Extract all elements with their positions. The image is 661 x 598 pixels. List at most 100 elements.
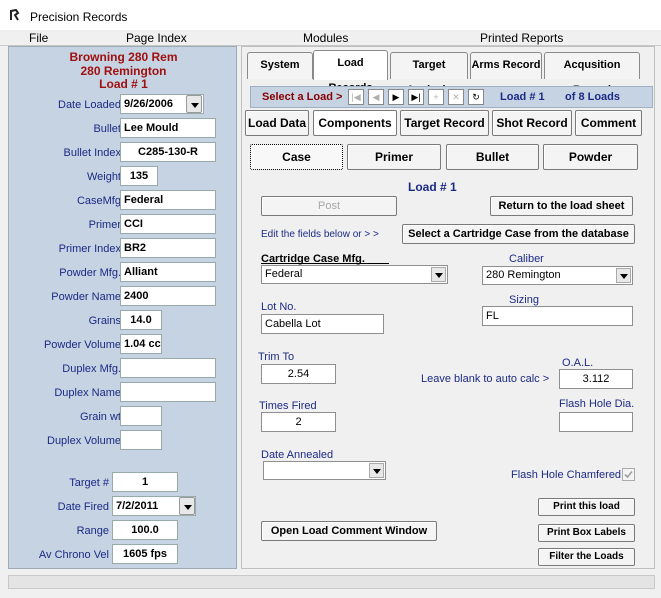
- select-cartridge-case-button[interactable]: Select a Cartridge Case from the databas…: [402, 224, 635, 244]
- powder-name-field[interactable]: 2400: [120, 286, 216, 306]
- date-loaded-dropdown-icon[interactable]: [186, 95, 202, 113]
- refresh-icon[interactable]: ↻: [468, 89, 484, 105]
- primer-label: Primer: [88, 219, 121, 231]
- case-mfg-underline: [261, 263, 389, 264]
- target-field[interactable]: 1: [112, 472, 178, 492]
- tab-bullet[interactable]: Bullet: [446, 144, 539, 170]
- chevron-down-icon[interactable]: [369, 463, 384, 478]
- grain-wt-field[interactable]: [120, 406, 162, 426]
- av-chrono-label: Av Chrono Vel: [38, 549, 109, 561]
- tab-target-record[interactable]: Target Record: [400, 110, 489, 136]
- tab-load-data[interactable]: Load Data: [245, 110, 309, 136]
- tab-primer[interactable]: Primer: [347, 144, 441, 170]
- primer-field[interactable]: CCI: [120, 214, 216, 234]
- grains-label: Grains: [88, 315, 121, 327]
- sizing-field[interactable]: FL: [482, 306, 633, 326]
- flash-hole-chamfered-label: Flash Hole Chamfered: [511, 469, 622, 481]
- case-load-heading: Load # 1: [408, 180, 457, 194]
- duplex-mfg-field[interactable]: [120, 358, 216, 378]
- checkmark-icon: [624, 470, 633, 479]
- casemfg-field[interactable]: Federal: [120, 190, 216, 210]
- range-field[interactable]: 100.0: [112, 520, 178, 540]
- select-load-label: Select a Load >: [262, 91, 343, 103]
- delete-record-icon[interactable]: ✕: [448, 89, 464, 105]
- bullet-index-field[interactable]: C285-130-R: [120, 142, 216, 162]
- grains-field[interactable]: 14.0: [120, 310, 162, 330]
- post-button[interactable]: Post: [261, 196, 397, 216]
- caliber-dropdown[interactable]: 280 Remington: [482, 266, 633, 285]
- date-fired-dropdown-icon[interactable]: [179, 497, 195, 515]
- load-number-heading: Load # 1: [99, 77, 148, 91]
- current-load-indicator: Load # 1: [500, 91, 545, 103]
- powder-name-label: Powder Name: [51, 291, 121, 303]
- bullet-field[interactable]: Lee Mould: [120, 118, 216, 138]
- powder-volume-field[interactable]: 1.04 cc: [120, 334, 162, 354]
- last-record-icon[interactable]: ▶|: [408, 89, 424, 105]
- duplex-name-field[interactable]: [120, 382, 216, 402]
- filter-loads-button[interactable]: Filter the Loads: [538, 548, 635, 566]
- lot-no-label: Lot No.: [261, 301, 297, 313]
- caliber-value: 280 Remington: [486, 269, 561, 281]
- powder-mfg-field[interactable]: Alliant: [120, 262, 216, 282]
- trim-to-label: Trim To: [258, 351, 295, 363]
- duplex-volume-label: Duplex Volume: [47, 435, 121, 447]
- av-chrono-field[interactable]: 1605 fps: [112, 544, 178, 564]
- flash-hole-chamfered-checkbox[interactable]: [622, 468, 635, 481]
- next-record-icon[interactable]: ▶: [388, 89, 404, 105]
- case-mfg-dropdown[interactable]: Federal: [261, 265, 448, 284]
- status-bar: [8, 575, 655, 589]
- duplex-name-label: Duplex Name: [54, 387, 121, 399]
- case-mfg-value: Federal: [265, 268, 303, 280]
- chevron-down-icon[interactable]: [431, 267, 446, 282]
- times-fired-field[interactable]: 2: [261, 412, 336, 432]
- tab-case[interactable]: Case: [250, 144, 343, 170]
- powder-volume-label: Powder Volume: [43, 339, 121, 351]
- tab-powder[interactable]: Powder: [543, 144, 638, 170]
- tab-comment[interactable]: Comment: [575, 110, 642, 136]
- previous-record-icon[interactable]: ◀: [368, 89, 384, 105]
- menu-bar: File Page Index Modules Printed Reports: [0, 30, 661, 46]
- date-loaded-label: Date Loaded: [58, 99, 121, 111]
- date-annealed-dropdown[interactable]: [263, 461, 386, 480]
- flash-hole-dia-field[interactable]: [559, 412, 633, 432]
- bullet-label: Bullet: [93, 123, 121, 135]
- menu-page-index[interactable]: Page Index: [126, 31, 187, 45]
- tab-target-analysis[interactable]: Target Analysis: [390, 52, 468, 96]
- app-icon: [8, 8, 22, 22]
- tab-components[interactable]: Components: [313, 110, 397, 136]
- tab-arms-record[interactable]: Arms Record: [470, 52, 542, 79]
- menu-printed-reports[interactable]: Printed Reports: [480, 31, 563, 45]
- oal-field[interactable]: 3.112: [559, 369, 633, 389]
- load-count: of 8 Loads: [565, 91, 621, 103]
- oal-label: O.A.L.: [562, 357, 594, 369]
- open-load-comment-button[interactable]: Open Load Comment Window: [261, 521, 437, 541]
- menu-file[interactable]: File: [29, 31, 48, 45]
- oal-hint: Leave blank to auto calc >: [421, 373, 550, 385]
- caliber-heading: 280 Remington: [80, 64, 167, 78]
- primer-index-field[interactable]: BR2: [120, 238, 216, 258]
- menu-modules[interactable]: Modules: [303, 31, 348, 45]
- weight-field[interactable]: 135: [120, 166, 158, 186]
- print-box-labels-button[interactable]: Print Box Labels: [538, 524, 635, 542]
- title-bar: Precision Records: [0, 0, 661, 30]
- tab-shot-record[interactable]: Shot Record: [492, 110, 572, 136]
- date-fired-label: Date Fired: [57, 501, 109, 513]
- new-record-icon[interactable]: +: [428, 89, 444, 105]
- tab-load-records[interactable]: Load Records: [313, 50, 388, 94]
- tab-system[interactable]: System: [247, 52, 313, 79]
- times-fired-label: Times Fired: [259, 400, 317, 412]
- first-record-icon[interactable]: |◀: [348, 89, 364, 105]
- lot-no-field[interactable]: Cabella Lot: [261, 314, 384, 334]
- powder-mfg-label: Powder Mfg.: [59, 267, 121, 279]
- tab-acquisition-record[interactable]: Acqusition Record: [544, 52, 640, 96]
- range-label: Range: [76, 525, 109, 537]
- bullet-index-label: Bullet Index: [63, 147, 121, 159]
- trim-to-field[interactable]: 2.54: [261, 364, 336, 384]
- print-this-load-button[interactable]: Print this load: [538, 498, 635, 516]
- duplex-volume-field[interactable]: [120, 430, 162, 450]
- load-summary-panel: Browning 280 Rem 280 Remington Load # 1 …: [8, 46, 237, 569]
- chevron-down-icon[interactable]: [616, 268, 631, 283]
- sizing-label: Sizing: [509, 294, 539, 306]
- edit-fields-hint: Edit the fields below or > >: [261, 229, 379, 240]
- return-to-load-sheet-button[interactable]: Return to the load sheet: [490, 196, 633, 216]
